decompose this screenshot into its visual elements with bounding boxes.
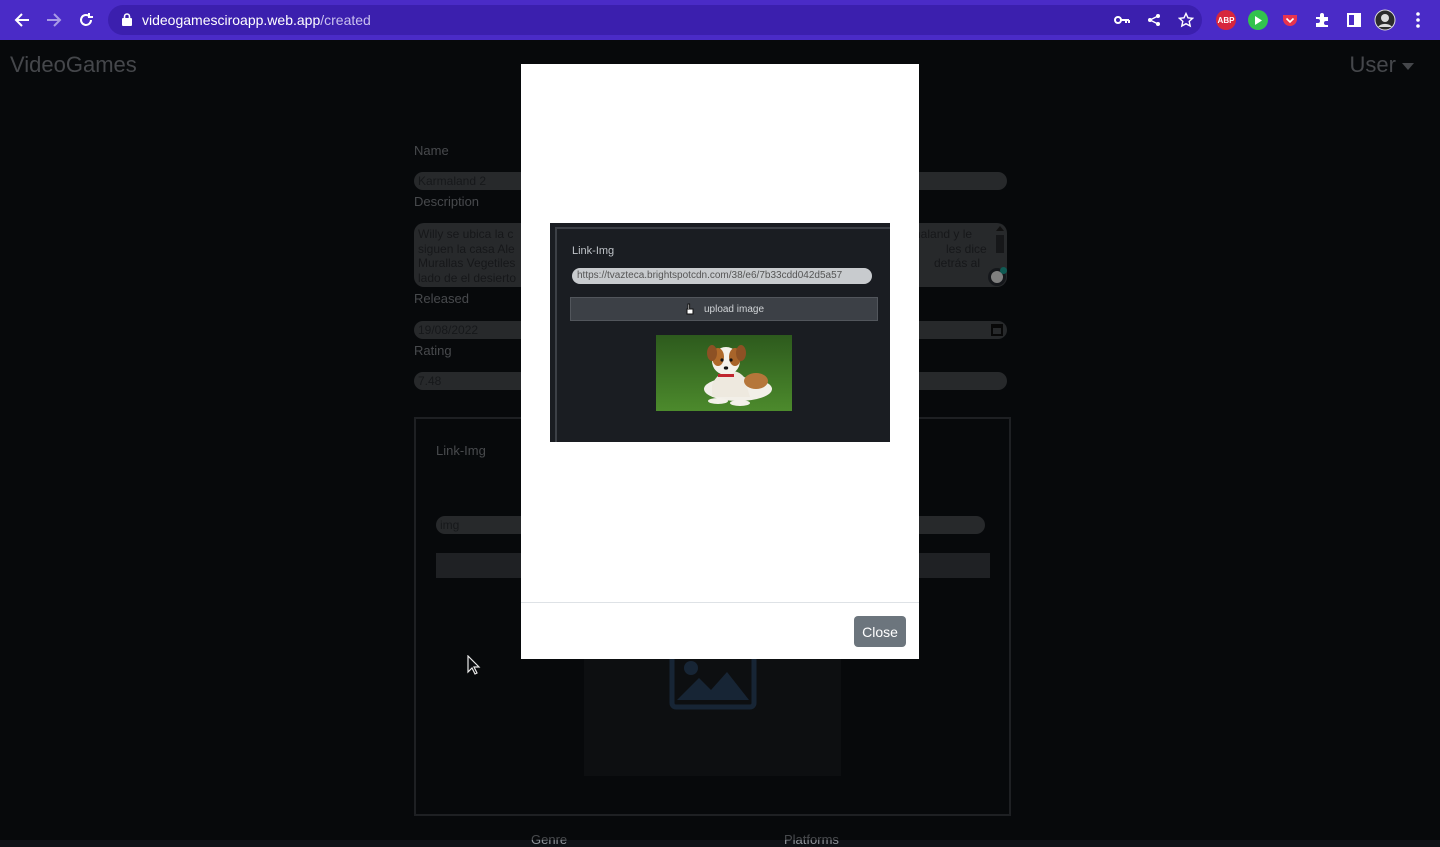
reload-icon[interactable] — [75, 9, 97, 31]
modal-footer: Close — [521, 602, 919, 659]
screenshot-link-img-label: Link-Img — [572, 245, 615, 257]
close-button[interactable]: Close — [854, 616, 906, 647]
url-host: videogamesciroapp.web.app — [142, 12, 321, 28]
adblock-label: ABP — [1217, 15, 1235, 25]
profile-icon[interactable] — [1374, 9, 1396, 31]
pocket-extension-icon[interactable] — [1280, 10, 1300, 30]
sidepanel-icon[interactable] — [1343, 9, 1365, 31]
lock-icon — [122, 13, 132, 26]
share-icon[interactable] — [1145, 11, 1163, 29]
back-icon[interactable] — [11, 9, 33, 31]
kebab-menu-icon[interactable] — [1407, 9, 1429, 31]
browser-toolbar: videogamesciroapp.web.app/created ABP — [0, 0, 1440, 40]
star-icon[interactable] — [1177, 11, 1195, 29]
key-icon[interactable] — [1113, 11, 1131, 29]
puzzle-icon[interactable] — [1311, 9, 1333, 31]
address-bar[interactable]: videogamesciroapp.web.app/created — [108, 5, 1202, 35]
hand-cursor-icon — [686, 303, 694, 315]
screenshot-upload-button: upload image — [570, 297, 878, 321]
adblock-extension-icon[interactable]: ABP — [1216, 10, 1236, 30]
dog-photo-thumbnail — [656, 335, 792, 411]
modal-screenshot-image: Link-Img https://tvazteca.brightspotcdn.… — [550, 223, 890, 442]
url-text: videogamesciroapp.web.app/created — [142, 12, 371, 28]
mouse-cursor-icon — [467, 655, 481, 675]
url-path: /created — [320, 12, 371, 28]
play-extension-icon[interactable] — [1248, 10, 1268, 30]
image-modal: Link-Img https://tvazteca.brightspotcdn.… — [521, 64, 919, 659]
screenshot-upload-label: upload image — [703, 303, 765, 315]
screenshot-url-input: https://tvazteca.brightspotcdn.com/38/e6… — [572, 268, 872, 284]
forward-icon[interactable] — [43, 9, 65, 31]
